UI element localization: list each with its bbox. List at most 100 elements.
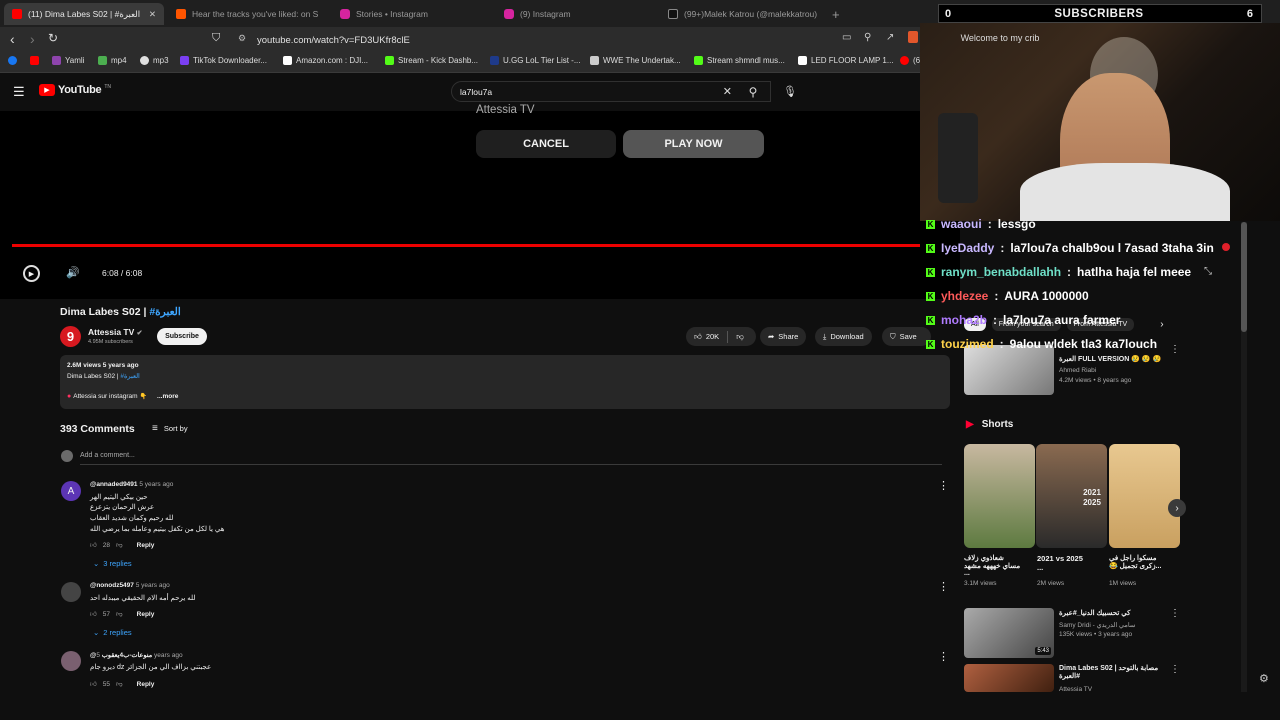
- search-icon[interactable]: ⚲: [738, 81, 768, 102]
- sort-by-button[interactable]: ≡ Sort by: [152, 423, 188, 434]
- desc-hashtag[interactable]: #العبرة: [120, 373, 140, 380]
- bookmark-kick-stream[interactable]: Stream shmndl mus...: [694, 56, 785, 65]
- tab-instagram[interactable]: (9) Instagram: [496, 3, 656, 25]
- dislike-icon[interactable]: 👎︎: [116, 680, 123, 688]
- more-link[interactable]: ...more: [157, 393, 178, 400]
- like-icon[interactable]: 👍︎: [90, 680, 97, 688]
- reply-button[interactable]: Reply: [137, 611, 155, 618]
- forward-icon[interactable]: ›: [30, 31, 35, 47]
- bookmark-led-lamp[interactable]: LED FLOOR LAMP 1...: [798, 56, 894, 65]
- reply-button[interactable]: Reply: [137, 681, 155, 688]
- short-thumbnail[interactable]: 2021 2025: [1036, 444, 1107, 548]
- channel-name: Attessia TV: [88, 327, 135, 337]
- video-thumbnail[interactable]: [964, 664, 1054, 692]
- settings-gear-icon[interactable]: ⚙: [1259, 672, 1269, 685]
- dislike-icon[interactable]: 👎︎: [736, 332, 744, 342]
- microphone-icon[interactable]: 🎙: [780, 81, 800, 102]
- url-field[interactable]: youtube.com/watch?v=FD3UKfr8clE: [230, 31, 920, 49]
- sidebar-video-channel[interactable]: Samy Dridi - سامي الدريدي: [1059, 621, 1135, 629]
- like-count[interactable]: 20K: [706, 332, 719, 341]
- reply-button[interactable]: Reply: [137, 542, 155, 549]
- title-hashtag[interactable]: #العبرة: [149, 306, 181, 318]
- bookmark-tiktok-downloader[interactable]: TikTok Downloader...: [180, 56, 267, 65]
- tab-youtube[interactable]: (11) Dima Labes S02 | #العبرة ✕: [4, 3, 164, 25]
- comment-avatar[interactable]: [61, 651, 81, 671]
- cancel-autoplay-button[interactable]: CANCEL: [476, 130, 616, 158]
- progress-bar[interactable]: [12, 244, 920, 247]
- bookmark-icon[interactable]: ⛉: [212, 32, 220, 45]
- video-more-icon[interactable]: ⋮: [1170, 664, 1180, 675]
- collapse-icon[interactable]: ⤡: [1204, 266, 1212, 277]
- tiktok-icon: [180, 56, 189, 65]
- search-input[interactable]: la7lou7a ✕: [451, 81, 771, 102]
- youtube-logo[interactable]: ▶ YouTube TN: [39, 84, 111, 96]
- user-avatar: [61, 450, 73, 462]
- short-thumbnail[interactable]: [1109, 444, 1180, 548]
- view-replies-button[interactable]: ⌄ 2 replies: [93, 628, 132, 637]
- bookmark-facebook[interactable]: [8, 56, 17, 65]
- bookmark-kick-dashboard[interactable]: Stream - Kick Dashb...: [385, 56, 478, 65]
- tab-instagram-stories[interactable]: Stories • Instagram: [332, 3, 492, 25]
- channel-avatar[interactable]: 9: [60, 326, 81, 347]
- share-button[interactable]: ➦ Share: [760, 327, 807, 346]
- like-dislike-group: 👍︎ 20K 👎︎: [686, 327, 756, 346]
- bookmark-mp3[interactable]: mp3: [140, 56, 169, 65]
- play-now-button[interactable]: PLAY NOW: [623, 130, 764, 158]
- reload-icon[interactable]: ↻: [48, 31, 58, 45]
- sidebar-video-title[interactable]: العبرة FULL VERSION 😢 😢 😢: [1059, 355, 1169, 363]
- comment-avatar[interactable]: [61, 582, 81, 602]
- subscribe-button[interactable]: Subscribe: [157, 328, 207, 345]
- sidebar-video-title[interactable]: كي تحسبيك الدنيا_#عبرة: [1059, 609, 1169, 617]
- description-box[interactable]: 2.6M views 5 years ago Dima Labes S02 | …: [60, 355, 950, 409]
- short-title[interactable]: مسكوا راجل في ...زكرى تجميل 😂: [1109, 554, 1167, 570]
- comment-user[interactable]: @nonodz5497: [90, 582, 134, 589]
- tab-soundcloud[interactable]: Hear the tracks you've liked: on S: [168, 3, 328, 25]
- comment-time[interactable]: 5 years ago: [139, 481, 173, 488]
- channel-name-row[interactable]: Attessia TV ✔: [88, 327, 143, 337]
- chat-username: touzimed: [941, 337, 994, 351]
- chat-text: 9alou wldek tla3 ka7louch: [1009, 337, 1158, 351]
- like-icon[interactable]: 👍︎: [90, 541, 97, 549]
- bookmark-ugg[interactable]: U.GG LoL Tier List -...: [490, 56, 581, 65]
- bookmark-youtube[interactable]: [30, 56, 39, 65]
- scrollbar-thumb[interactable]: [1241, 222, 1247, 332]
- bookmark-yamli[interactable]: Yamli: [52, 56, 84, 65]
- clear-search-icon[interactable]: ✕: [723, 85, 732, 98]
- view-replies-button[interactable]: ⌄ 3 replies: [93, 559, 132, 568]
- short-thumbnail[interactable]: [964, 444, 1035, 548]
- sidebar-video-channel[interactable]: Ahmed Riabi: [1059, 367, 1096, 374]
- add-comment-input[interactable]: Add a comment...: [80, 452, 135, 459]
- menu-icon[interactable]: ☰: [13, 84, 25, 100]
- download-button[interactable]: ⤓ Download: [815, 327, 872, 346]
- video-thumbnail[interactable]: 5:43: [964, 608, 1054, 658]
- sidebar-video-title[interactable]: Dima Labes S02 | مصابة بالتوحد #العبرة: [1059, 664, 1169, 680]
- replay-icon[interactable]: ▶: [23, 265, 40, 282]
- sidebar-scrollbar[interactable]: [1241, 222, 1247, 692]
- like-icon[interactable]: 👍︎: [90, 610, 97, 618]
- comment-more-icon[interactable]: ⋮: [938, 650, 949, 663]
- like-icon[interactable]: 👍︎: [694, 332, 702, 342]
- dislike-icon[interactable]: 👎︎: [116, 541, 123, 549]
- short-title[interactable]: شعاذوي زلاف مساي خهههه مشهد ...: [964, 554, 1022, 577]
- comment-avatar[interactable]: A: [61, 481, 81, 501]
- bookmark-overflow[interactable]: (6: [900, 56, 920, 65]
- new-tab-button[interactable]: +: [824, 3, 844, 25]
- dislike-icon[interactable]: 👎︎: [116, 610, 123, 618]
- close-tab-icon[interactable]: ✕: [149, 9, 156, 20]
- bookmark-amazon[interactable]: Amazon.com : DJI...: [283, 56, 368, 65]
- bookmark-wwe[interactable]: WWE The Undertak...: [590, 56, 681, 65]
- short-title[interactable]: 2021 vs 2025 ...: [1037, 554, 1087, 572]
- comment-time[interactable]: 5 years ago: [136, 582, 170, 589]
- comment-more-icon[interactable]: ⋮: [938, 479, 949, 492]
- shorts-next-button[interactable]: ›: [1168, 499, 1186, 517]
- video-title: Dima Labes S02 | #العبرة: [60, 306, 181, 318]
- sidebar-video-channel[interactable]: Attessia TV: [1059, 686, 1092, 693]
- bookmark-mp4[interactable]: mp4: [98, 56, 127, 65]
- tab-tiktok[interactable]: (99+)Malek Katrou (@malekkatrou) |: [660, 3, 820, 25]
- video-more-icon[interactable]: ⋮: [1170, 608, 1180, 619]
- back-icon[interactable]: ‹: [10, 31, 15, 47]
- comment-more-icon[interactable]: ⋮: [938, 580, 949, 593]
- chat-message: Ktouzimed:9alou wldek tla3 ka7louch: [926, 337, 1158, 351]
- volume-icon[interactable]: 🔊: [66, 266, 80, 279]
- comment-user[interactable]: @annaded9491: [90, 481, 138, 488]
